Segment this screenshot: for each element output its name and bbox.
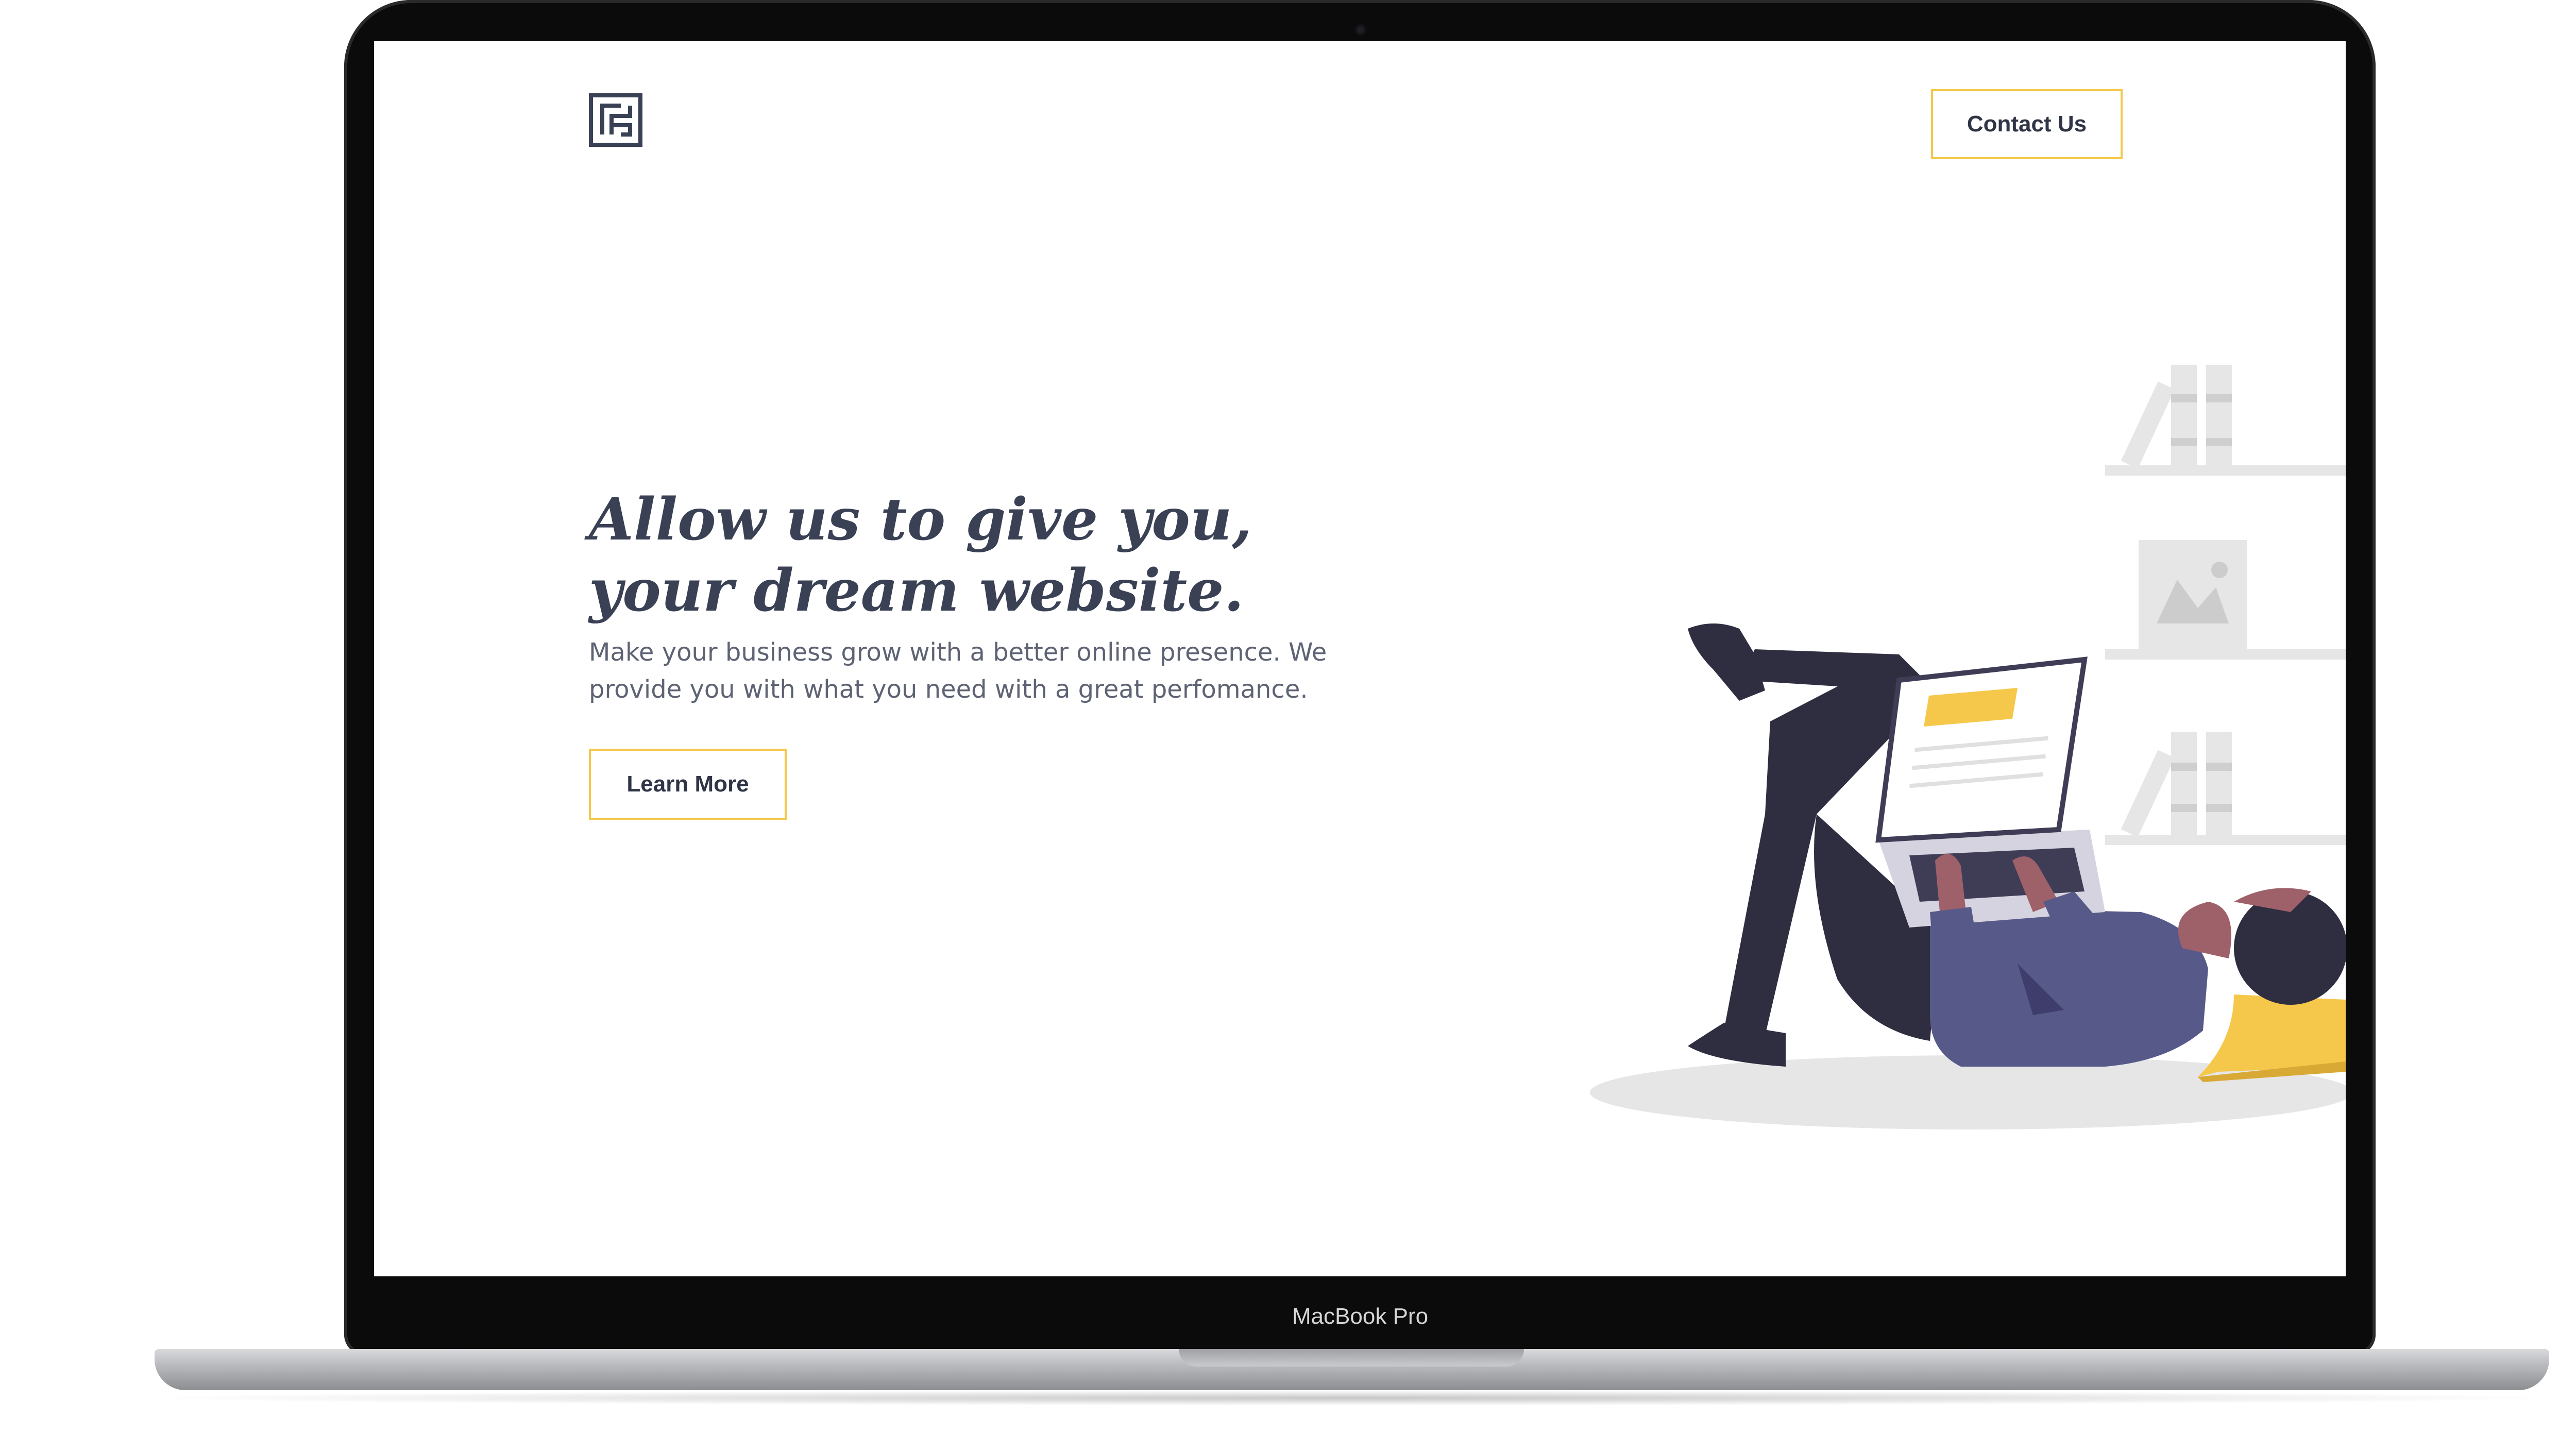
- laptop-base-notch: [1179, 1349, 1524, 1367]
- laptop-base-shadow: [129, 1390, 2575, 1406]
- learn-more-button[interactable]: Learn More: [589, 749, 787, 820]
- webcam-icon: [1355, 24, 1366, 36]
- laptop-screen: Contact Us Allow us to give you, your dr…: [374, 41, 2346, 1276]
- maze-square-logo-icon[interactable]: [589, 93, 642, 147]
- contact-us-button[interactable]: Contact Us: [1931, 89, 2123, 159]
- hero-title: Allow us to give you, your dream website…: [589, 486, 1252, 625]
- macbook-model-label: MacBook Pro: [1292, 1304, 1429, 1329]
- hero-subtitle: Make your business grow with a better on…: [589, 638, 1327, 704]
- person-lying-with-laptop-illustration: [1590, 365, 2346, 1129]
